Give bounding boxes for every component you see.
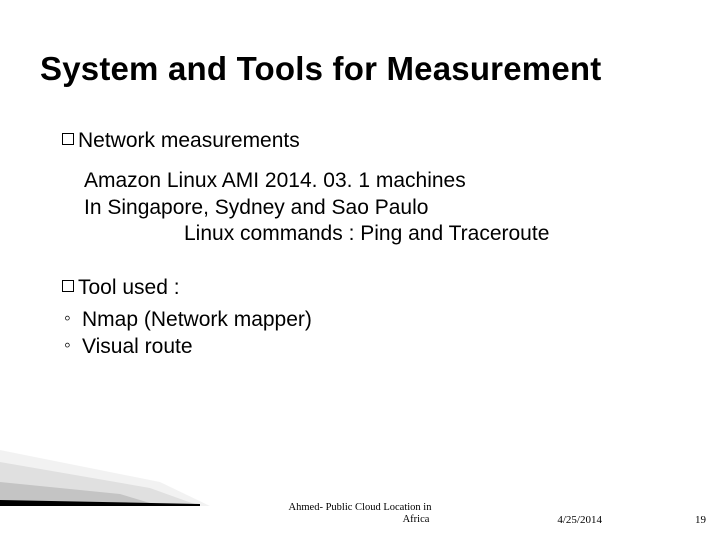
slide-body: Network measurements Amazon Linux AMI 20… [62,128,680,360]
page-number: 19 [695,514,706,526]
square-bullet-icon [62,280,74,292]
footer-center-line1: Ahmed- Public Cloud Location in [289,502,432,513]
sub-item-text: Visual route [82,334,193,360]
sub-bullet-icon: ◦ [64,334,82,358]
bullet-network: Network measurements [62,128,680,154]
footer-date: 4/25/2014 [557,514,602,526]
square-bullet-icon [62,133,74,145]
footer-center-line2: Africa [112,514,720,526]
bullet-rest: measurements [155,129,300,152]
network-details: Amazon Linux AMI 2014. 03. 1 machines In… [84,168,680,247]
detail-line: In Singapore, Sydney and Sao Paulo [84,195,680,221]
detail-line: Amazon Linux AMI 2014. 03. 1 machines [84,168,680,194]
corner-decoration-icon [0,442,210,506]
list-item: ◦ Visual route [64,334,680,360]
detail-line: Linux commands : Ping and Traceroute [184,221,680,247]
tool-subitems: ◦ Nmap (Network mapper) ◦ Visual route [64,307,680,360]
bullet-text: Network measurements [78,128,300,154]
bullet-rest: used : [117,276,180,299]
bullet-prefix: Network [78,129,155,152]
slide-title: System and Tools for Measurement [40,50,690,88]
sub-bullet-icon: ◦ [64,307,82,331]
list-item: ◦ Nmap (Network mapper) [64,307,680,333]
slide: System and Tools for Measurement Network… [0,0,720,540]
bullet-text: Tool used : [78,275,180,301]
footer-center: Ahmed- Public Cloud Location in Africa [0,502,720,526]
sub-item-text: Nmap (Network mapper) [82,307,312,333]
bullet-prefix: Tool [78,276,117,299]
bullet-tool: Tool used : [62,275,680,301]
